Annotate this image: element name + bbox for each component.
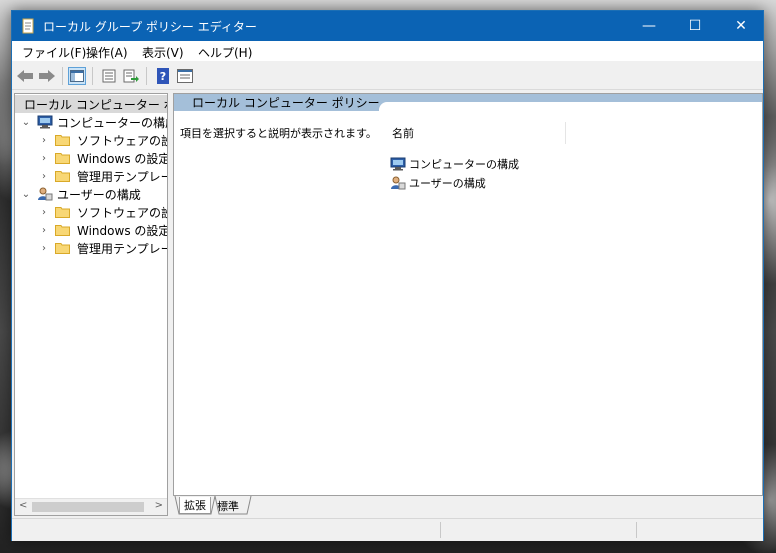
tree-item-label: ソフトウェアの設定 xyxy=(77,205,167,220)
tree-item-label: ローカル コンピューター ポリシー xyxy=(24,97,167,112)
tab-outline xyxy=(174,496,252,515)
details-pane: ローカル コンピューター ポリシー 項目を選択すると説明が表示されます。 名前 … xyxy=(173,93,763,496)
tree-item-computer-windows[interactable]: › Windows の設定 xyxy=(39,149,168,167)
computer-icon xyxy=(390,157,406,171)
properties-icon[interactable] xyxy=(100,67,118,85)
tree-item-root[interactable]: ローカル コンピューター ポリシー xyxy=(15,95,167,113)
user-icon xyxy=(38,187,53,201)
toolbar: ? xyxy=(12,63,763,90)
window-title: ローカル グループ ポリシー エディター xyxy=(43,20,257,34)
tree-item-computer-software[interactable]: › ソフトウェアの設定 xyxy=(39,131,167,149)
tree-item-computer-config[interactable]: ⌄ コンピューターの構成 xyxy=(21,113,168,131)
tree-item-user-software[interactable]: › ソフトウェアの設定 xyxy=(39,203,167,221)
description-text: 項目を選択すると説明が表示されます。 xyxy=(180,127,377,140)
folder-icon xyxy=(55,171,70,182)
column-divider[interactable] xyxy=(565,122,566,144)
chevron-right-icon[interactable]: › xyxy=(39,225,49,236)
list-item-label: ユーザーの構成 xyxy=(409,177,486,190)
menu-action[interactable]: 操作(A) xyxy=(86,44,128,61)
details-header: ローカル コンピューター ポリシー xyxy=(174,94,762,111)
list-item-label: コンピューターの構成 xyxy=(409,158,519,171)
tree-item-label: Windows の設定 xyxy=(77,223,168,238)
folder-icon xyxy=(55,207,70,218)
chevron-down-icon[interactable]: ⌄ xyxy=(21,117,31,128)
tree-item-user-windows[interactable]: › Windows の設定 xyxy=(39,221,168,239)
export-list-icon[interactable] xyxy=(122,67,140,85)
scrollbar-thumb[interactable] xyxy=(32,502,144,512)
menu-bar: ファイル(F) 操作(A) 表示(V) ヘルプ(H) xyxy=(12,41,763,61)
scroll-left-button[interactable]: < xyxy=(19,500,27,511)
status-bar xyxy=(12,518,763,541)
gpedit-window: ローカル グループ ポリシー エディター — ☐ ✕ ファイル(F) 操作(A)… xyxy=(11,10,764,541)
chevron-right-icon[interactable]: › xyxy=(39,243,49,254)
column-header-name[interactable]: 名前 xyxy=(392,125,414,141)
menu-file[interactable]: ファイル(F) xyxy=(22,44,86,61)
tree-pane: ローカル コンピューター ポリシー ⌄ コンピューターの構成 › ソフトウェアの… xyxy=(14,93,168,516)
folder-icon xyxy=(55,153,70,164)
tree-item-user-config[interactable]: ⌄ ユーザーの構成 xyxy=(21,185,141,203)
tree-item-computer-admin[interactable]: › 管理用テンプレート xyxy=(39,167,167,185)
view-tabs: 拡張 標準 xyxy=(173,496,763,516)
svg-text:?: ? xyxy=(160,70,166,83)
details-header-label: ローカル コンピューター ポリシー xyxy=(192,96,380,110)
tree-item-user-admin[interactable]: › 管理用テンプレート xyxy=(39,239,167,257)
console-view-icon[interactable] xyxy=(176,67,194,85)
scroll-right-button[interactable]: > xyxy=(155,500,163,511)
user-icon xyxy=(391,176,406,190)
tree-item-label: 管理用テンプレート xyxy=(77,169,167,184)
show-hide-tree-icon[interactable] xyxy=(68,67,86,85)
folder-icon xyxy=(55,243,70,254)
tree-item-label: 管理用テンプレート xyxy=(77,241,167,256)
minimize-button[interactable]: — xyxy=(626,11,672,41)
menu-view[interactable]: 表示(V) xyxy=(142,44,184,61)
forward-arrow-icon[interactable] xyxy=(38,67,56,85)
help-icon[interactable]: ? xyxy=(154,67,172,85)
list-item-user-config[interactable]: ユーザーの構成 xyxy=(390,174,486,192)
back-arrow-icon[interactable] xyxy=(16,67,34,85)
policy-document-icon xyxy=(22,18,34,34)
tree-item-label: Windows の設定 xyxy=(77,151,168,166)
computer-icon xyxy=(37,115,53,129)
folder-icon xyxy=(55,135,70,146)
folder-icon xyxy=(55,225,70,236)
close-button[interactable]: ✕ xyxy=(718,11,764,41)
title-bar[interactable]: ローカル グループ ポリシー エディター — ☐ ✕ xyxy=(12,11,763,41)
tree-item-label: ソフトウェアの設定 xyxy=(77,133,167,148)
tree-item-label: コンピューターの構成 xyxy=(57,115,168,130)
tree-item-label: ユーザーの構成 xyxy=(57,187,141,202)
chevron-right-icon[interactable]: › xyxy=(39,207,49,218)
chevron-right-icon[interactable]: › xyxy=(39,153,49,164)
chevron-right-icon[interactable]: › xyxy=(39,135,49,146)
chevron-right-icon[interactable]: › xyxy=(39,171,49,182)
chevron-down-icon[interactable]: ⌄ xyxy=(21,189,31,200)
menu-help[interactable]: ヘルプ(H) xyxy=(198,44,252,61)
tree-horizontal-scrollbar[interactable]: < > xyxy=(15,498,167,515)
list-item-computer-config[interactable]: コンピューターの構成 xyxy=(390,155,519,173)
maximize-button[interactable]: ☐ xyxy=(672,11,718,41)
details-header-title: ローカル コンピューター ポリシー xyxy=(174,94,380,111)
